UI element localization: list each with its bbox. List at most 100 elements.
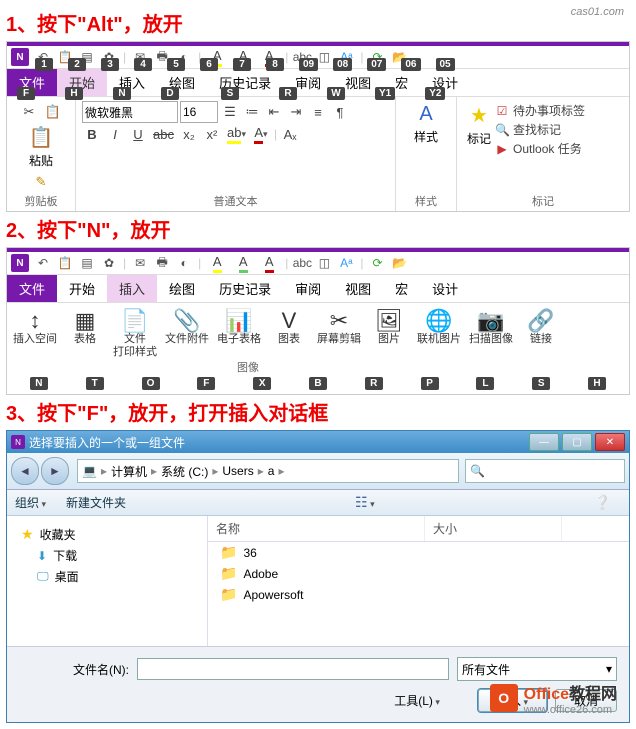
key-hint: 3 — [101, 58, 119, 71]
maximize-button[interactable]: ▢ — [562, 433, 592, 451]
quick-access-toolbar-2: N ↶ 📋 ▤ ✿ | ✉ 🖶 ◐ | A A A | abc ◫ Aᵃ | ⟳… — [7, 252, 629, 275]
paste-label: 粘贴 — [29, 152, 53, 169]
outdent-icon[interactable]: ⇥ — [286, 103, 306, 121]
mark-button[interactable]: ★ 标记 — [463, 101, 495, 158]
desktop-icon: 🖵 — [37, 569, 49, 584]
qat-icon[interactable]: ◐ — [176, 255, 192, 271]
ribbon-item-icon: 📎 — [173, 309, 200, 333]
qat-fontcolor-icon[interactable]: A — [259, 254, 279, 272]
ribbon-tabs: 文件 开始 插入 绘图 历史记录 审阅 视图 宏 设计 F H N D S R … — [7, 69, 629, 96]
minimize-button[interactable]: — — [529, 433, 559, 451]
qat-icon[interactable]: ↶ — [35, 255, 51, 271]
clipboard-group-label: 剪贴板 — [13, 191, 69, 209]
tab-macro[interactable]: 宏 — [383, 275, 420, 302]
qat-icon[interactable]: 📋 — [57, 255, 73, 271]
format-painter-icon[interactable]: ✎ — [31, 173, 51, 191]
font-color-button[interactable]: A — [251, 125, 271, 143]
bold-button[interactable]: B — [82, 125, 102, 143]
insert-t-button[interactable]: ▦表格 — [61, 309, 109, 359]
paste-icon: 📋 — [29, 125, 54, 150]
key-hint: X — [253, 377, 271, 390]
qat-highlight-icon[interactable]: A — [207, 254, 227, 272]
todo-tag-button[interactable]: ☑待办事项标签 — [495, 101, 585, 120]
styles-button[interactable]: A 样式 — [402, 101, 450, 147]
qat-sync-icon[interactable]: ⟳ — [370, 255, 386, 271]
qat-icon[interactable]: ✉ — [132, 255, 148, 271]
filename-input[interactable] — [137, 658, 449, 680]
qat-icon[interactable]: Aᵃ — [338, 255, 354, 271]
ribbon-step1: N ↶ 📋 ▤ ✿ | ✉ 🖶 ◐ | A A A | abc ◫ Aᵃ | ⟳… — [6, 41, 630, 212]
clear-format-button[interactable]: Aₓ — [280, 125, 300, 143]
insert-h-button[interactable]: 🔗链接 — [517, 309, 565, 359]
help-button[interactable]: ❔ — [594, 494, 611, 511]
filter-select[interactable]: 所有文件▾ — [457, 657, 617, 681]
bullets-icon[interactable]: ☰ — [220, 103, 240, 121]
col-name[interactable]: 名称 — [208, 516, 425, 541]
superscript-button[interactable]: x² — [202, 125, 222, 143]
desktop-item[interactable]: 🖵桌面 — [7, 566, 207, 587]
ribbon-item-icon: 📷 — [477, 309, 504, 333]
ribbon-item-icon: 🖼 — [375, 309, 403, 333]
star-icon: ★ — [21, 526, 34, 543]
qat-fill-icon[interactable]: A — [233, 254, 253, 272]
new-folder-button[interactable]: 新建文件夹 — [66, 494, 126, 511]
copy-icon[interactable]: 📋 — [43, 103, 63, 121]
align-icon[interactable]: ≡ — [308, 103, 328, 121]
insert-o-button[interactable]: 📄文件打印样式 — [109, 309, 161, 359]
italic-button[interactable]: I — [105, 125, 125, 143]
qat-icon[interactable]: abc — [294, 255, 310, 271]
font-size-select[interactable] — [180, 101, 218, 123]
strike-button[interactable]: abc — [151, 125, 176, 143]
list-item[interactable]: 📁Apowersoft — [208, 584, 629, 605]
tab-file[interactable]: 文件 — [7, 275, 57, 302]
insert-r-button[interactable]: ✂屏幕剪辑 — [313, 309, 365, 359]
forward-button[interactable]: ► — [41, 457, 69, 485]
address-bar[interactable]: 💻 ▸计算机 ▸系统 (C:) ▸Users ▸a ▸ — [77, 459, 459, 483]
list-item[interactable]: 📁Adobe — [208, 563, 629, 584]
col-size[interactable]: 大小 — [425, 516, 562, 541]
insert-n-button[interactable]: ↕插入空间 — [9, 309, 61, 359]
organize-button[interactable]: 组织 — [15, 494, 46, 511]
insert-s-button[interactable]: 📷扫描图像 — [465, 309, 517, 359]
ribbon-item-icon: V — [282, 309, 297, 333]
qat-icon[interactable]: ✿ — [101, 255, 117, 271]
insert-l-button[interactable]: 🌐联机图片 — [413, 309, 465, 359]
subscript-button[interactable]: x₂ — [179, 125, 199, 143]
list-item[interactable]: 📁36 — [208, 542, 629, 563]
numbering-icon[interactable]: ≔ — [242, 103, 262, 121]
back-button[interactable]: ◄ — [11, 457, 39, 485]
key-hint: N — [113, 87, 131, 100]
tab-home[interactable]: 开始 — [57, 275, 107, 302]
key-hint: 4 — [134, 58, 152, 71]
insert-x-button[interactable]: 📊电子表格 — [213, 309, 265, 359]
insert-f-button[interactable]: 📎文件附件 — [161, 309, 213, 359]
highlight-button[interactable]: ab — [225, 125, 248, 143]
close-button[interactable]: ✕ — [595, 433, 625, 451]
tab-review[interactable]: 审阅 — [283, 275, 333, 302]
tools-button[interactable]: 工具(L) — [394, 692, 440, 709]
favorites-group[interactable]: ★收藏夹 — [7, 524, 207, 545]
indent-icon[interactable]: ⇤ — [264, 103, 284, 121]
insert-b-button[interactable]: V图表 — [265, 309, 313, 359]
qat-icon[interactable]: ▤ — [79, 255, 95, 271]
tab-view[interactable]: 视图 — [333, 275, 383, 302]
downloads-item[interactable]: ⬇下载 — [7, 545, 207, 566]
underline-button[interactable]: U — [128, 125, 148, 143]
insert-p-button[interactable]: 🖼图片 — [365, 309, 413, 359]
outlook-task-button[interactable]: ▶Outlook 任务 — [495, 139, 585, 158]
tab-draw[interactable]: 绘图 — [157, 275, 207, 302]
qat-icon[interactable]: ◫ — [316, 255, 332, 271]
find-mark-button[interactable]: 🔍查找标记 — [495, 120, 585, 139]
view-button[interactable]: ☷ — [355, 494, 375, 511]
font-family-select[interactable] — [82, 101, 178, 123]
tab-history[interactable]: 历史记录 — [207, 275, 283, 302]
font-group-label: 普通文本 — [82, 191, 389, 209]
tab-design[interactable]: 设计 — [420, 275, 470, 302]
paste-button[interactable]: 📋 粘贴 — [25, 123, 58, 171]
qat-icon[interactable]: 📂 — [392, 255, 408, 271]
qat-icon[interactable]: 🖶 — [154, 255, 170, 271]
cut-icon[interactable]: ✂ — [19, 103, 39, 121]
tab-insert[interactable]: 插入 — [107, 275, 157, 302]
search-input[interactable]: 🔍 — [465, 459, 625, 483]
paragraph-icon[interactable]: ¶ — [330, 103, 350, 121]
